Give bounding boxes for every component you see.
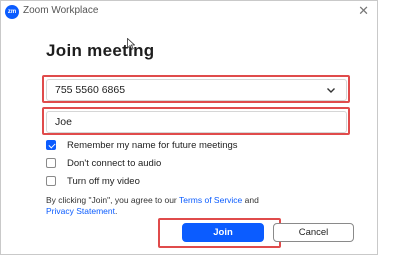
no-audio-option[interactable]: Don't connect to audio — [46, 156, 161, 170]
title-bar: zm Zoom Workplace ✕ — [1, 1, 377, 23]
mouse-cursor-icon — [127, 38, 135, 50]
no-audio-label: Don't connect to audio — [67, 157, 162, 169]
meeting-id-highlight — [42, 75, 350, 103]
privacy-statement-link[interactable]: Privacy Statement — [46, 206, 115, 216]
video-off-option[interactable]: Turn off my video — [46, 174, 140, 188]
cancel-button[interactable]: Cancel — [273, 223, 354, 242]
video-off-label: Turn off my video — [67, 175, 140, 187]
terms-middle: and — [242, 195, 259, 205]
page-title: Join meeting — [46, 41, 155, 60]
terms-of-service-link[interactable]: Terms of Service — [179, 195, 242, 205]
video-off-checkbox[interactable] — [46, 176, 56, 186]
name-input-highlight — [42, 107, 350, 135]
close-icon[interactable]: ✕ — [358, 3, 369, 19]
terms-notice: By clicking "Join", you agree to our Ter… — [46, 195, 346, 217]
join-button-highlight — [158, 218, 281, 248]
screenshot-frame: zm Zoom Workplace ✕ Join meeting 755 556… — [0, 0, 395, 274]
remember-name-checkbox[interactable] — [46, 140, 56, 150]
zoom-logo-icon: zm — [5, 5, 19, 19]
join-meeting-window: zm Zoom Workplace ✕ Join meeting 755 556… — [0, 0, 378, 255]
remember-name-option[interactable]: Remember my name for future meetings — [46, 138, 238, 152]
terms-suffix: . — [114, 206, 118, 216]
no-audio-checkbox[interactable] — [46, 158, 56, 168]
window-title: Zoom Workplace — [23, 5, 99, 16]
remember-name-label: Remember my name for future meetings — [67, 139, 238, 151]
terms-prefix: By clicking "Join", you agree to our — [46, 195, 179, 205]
